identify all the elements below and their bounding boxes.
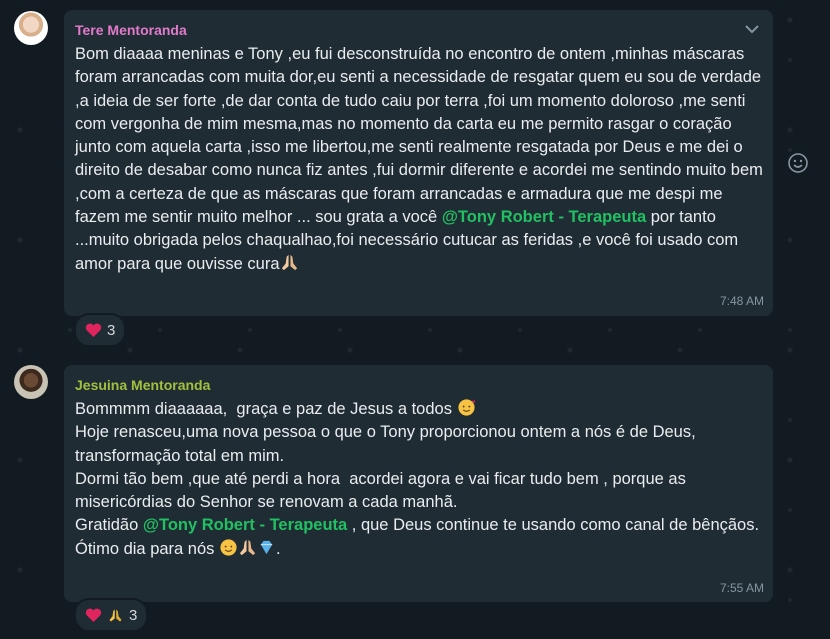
message-text-part: Bommmm diaaaaaa, graça e paz de Jesus a … [75,400,457,418]
chevron-down-icon[interactable] [743,22,761,36]
emoji-reaction-icon[interactable] [787,152,809,174]
reaction-badge[interactable]: 3 [74,313,127,347]
praying-hands-icon [281,254,297,270]
message-text-part: Bom diaaaa meninas e Tony ,eu fui descon… [75,45,768,227]
praying-hands-icon [239,539,256,555]
reaction-count: 3 [107,321,116,339]
message-timestamp: 7:55 AM [719,581,764,595]
message-text-part: Hoje renasceu,uma nova pessoa o que o To… [75,423,701,465]
message-text-part: Ótimo dia para nós [75,539,219,558]
message-bubble[interactable]: Jesuina Mentoranda Bommmm diaaaaaa, graç… [64,365,773,602]
avatar[interactable] [14,11,48,45]
mention-link[interactable]: @Tony Robert - Terapeuta [143,516,347,534]
smiling-face-with-hearts-icon [220,539,237,556]
message-text-part: . [276,539,281,558]
mention-link[interactable]: @Tony Robert - Terapeuta [442,208,646,226]
gem-icon [260,540,273,554]
praying-hands-icon [109,609,122,621]
heart-icon [85,608,102,622]
message-text-part: Dormi tão bem ,que até perdi a hora acor… [75,469,691,512]
message-bubble[interactable]: Tere Mentoranda Bom diaaaa meninas e Ton… [64,10,773,316]
message-text-part: , que Deus continue te usando como canal… [347,516,760,535]
message-text-part: Gratidão [75,516,143,535]
sender-name[interactable]: Tere Mentoranda [75,22,187,38]
message-text: Bom diaaaa meninas e Tony ,eu fui descon… [75,43,765,276]
reaction-badge[interactable]: 3 [74,598,149,632]
message-timestamp: 7:48 AM [719,294,764,308]
avatar[interactable] [14,365,48,399]
sender-name[interactable]: Jesuina Mentoranda [75,377,210,393]
heart-icon [85,323,102,337]
reaction-count: 3 [129,606,138,624]
smiling-face-with-hearts-icon [457,399,475,416]
message-text: Bommmm diaaaaaa, graça e paz de Jesus a … [75,398,765,561]
